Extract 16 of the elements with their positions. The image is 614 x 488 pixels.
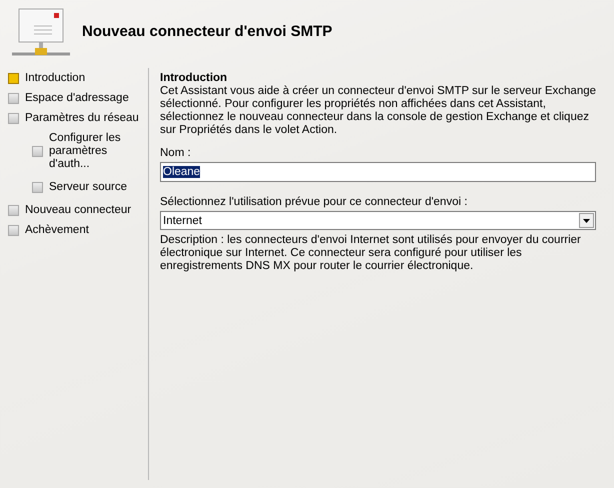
step-label: Paramètres du réseau [25, 112, 139, 125]
step-label: Configurer les paramètres d'auth... [49, 132, 122, 171]
usage-label: Sélectionnez l'utilisation prévue pour ce connecteur d'envoi : [160, 196, 468, 208]
envelope-connector-icon [12, 8, 70, 56]
step-label: Serveur source [49, 181, 127, 194]
step-label: Nouveau connecteur [25, 204, 132, 217]
name-label: Nom : [160, 147, 192, 159]
step-label: Espace d'adressage [25, 92, 129, 105]
intro-text: Cet Assistant vous aide à créer un connecteur d'envoi SMTP sur le serveur Exchange sélectionné. Pour configurer les propriétés non affichées dans cet Assistant, sélectionnez le nouveau connecteur dans la console de gestion Exchange et cliquez sur Propriétés dans le volet Action. [160, 85, 598, 137]
step-label: Introduction [25, 72, 86, 85]
name-field[interactable]: Oleane [160, 162, 596, 182]
description-text: Description : les connecteurs d'envoi Internet sont utilisés pour envoyer du courrier électronique sur Internet. Ce connecteur sera configuré pour utiliser les enregistrements DNS MX pour router le courrier électronique. [160, 234, 582, 273]
wizard-title: Nouveau connecteur d'envoi SMTP [82, 23, 332, 40]
page-heading: Introduction [160, 72, 228, 84]
usage-dropdown[interactable]: Internet [160, 211, 596, 230]
step-label: Achèvement [25, 224, 89, 237]
